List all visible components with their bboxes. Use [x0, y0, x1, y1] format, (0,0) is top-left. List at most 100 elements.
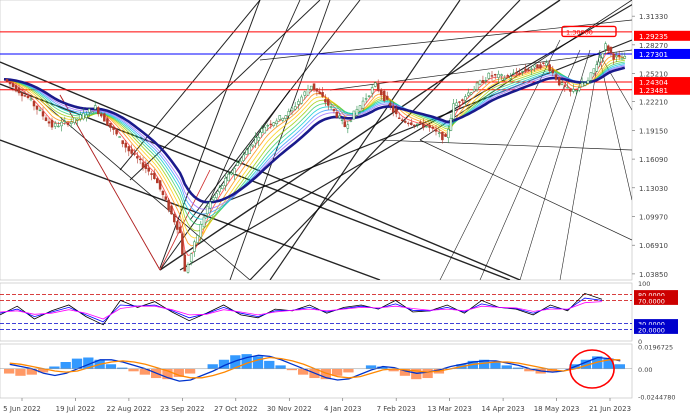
- candle-body: [617, 55, 621, 57]
- macd-histogram-bar: [105, 364, 117, 370]
- candle-body: [623, 55, 627, 59]
- time-tick-label: 13 Mar 2023: [427, 405, 471, 413]
- candle-body: [287, 111, 291, 116]
- candle-body: [335, 112, 339, 118]
- candle-body: [233, 168, 236, 175]
- candle-body: [521, 70, 524, 73]
- candle-body: [503, 78, 507, 80]
- candle-body: [66, 122, 70, 126]
- candle-body: [79, 114, 82, 120]
- candle-body: [403, 120, 407, 123]
- candle-body: [469, 92, 473, 95]
- candle-body: [300, 96, 303, 104]
- candle-body: [452, 103, 455, 120]
- candle-body: [382, 90, 386, 101]
- macd-tick-label: 0.00: [638, 366, 652, 374]
- candle-body: [248, 146, 251, 155]
- macd-tick-label: -0.0244780: [638, 393, 676, 401]
- candle-body: [536, 64, 539, 69]
- candle-body: [88, 108, 91, 113]
- candle-body: [370, 87, 374, 94]
- candle-body: [124, 142, 127, 148]
- candle-body: [391, 106, 395, 113]
- candle-body: [554, 74, 558, 80]
- candle-body: [90, 111, 94, 114]
- candle-body: [263, 126, 267, 134]
- time-tick-label: 18 May 2023: [534, 405, 580, 413]
- candle-body: [60, 122, 63, 127]
- time-tick-label: 23 Sep 2022: [160, 405, 204, 413]
- candle-body: [242, 154, 245, 161]
- oscillator-tick-label: 100: [638, 280, 650, 288]
- candle-body: [569, 88, 572, 92]
- candle-body: [458, 101, 461, 103]
- candle-body: [130, 149, 133, 154]
- oscillator-tick-label: 70.0000: [638, 297, 665, 305]
- candle-body: [38, 109, 42, 111]
- macd-histogram-bar: [501, 365, 512, 370]
- candle-body: [455, 102, 458, 106]
- candle-body: [397, 117, 401, 119]
- candle-body: [620, 57, 624, 60]
- candle-body: [260, 128, 264, 133]
- candle-body: [539, 64, 542, 69]
- candle-body: [309, 85, 313, 90]
- candle-body: [211, 197, 215, 201]
- candle-body: [106, 118, 109, 126]
- macd-histogram-bar: [252, 356, 264, 370]
- candle-body: [332, 108, 336, 112]
- candle-body: [133, 153, 136, 155]
- candle-body: [44, 117, 48, 121]
- candle-body: [598, 57, 601, 63]
- candle-body: [193, 241, 196, 252]
- candle-body: [542, 62, 545, 64]
- candle-body: [422, 123, 425, 128]
- candle-body: [97, 107, 100, 115]
- price-tick-label: 1.29235: [639, 33, 668, 41]
- candle-body: [57, 125, 60, 128]
- candle-body: [208, 201, 212, 209]
- candle-body: [161, 190, 165, 195]
- candle-body: [557, 77, 561, 86]
- candle-body: [416, 123, 419, 125]
- candle-body: [147, 167, 150, 172]
- candle-body: [281, 118, 285, 121]
- candle-body: [173, 214, 176, 223]
- candle-body: [93, 105, 97, 110]
- candle-body: [324, 99, 327, 103]
- candle-body: [484, 79, 488, 82]
- candle-body: [394, 108, 398, 115]
- macd-histogram-bar: [60, 362, 71, 370]
- candle-body: [373, 82, 377, 87]
- candle-body: [112, 127, 115, 130]
- candle-body: [186, 264, 190, 273]
- candle-body: [352, 110, 356, 120]
- candle-body: [153, 172, 156, 180]
- annotation-box-label: 1.30000: [566, 28, 593, 36]
- candle-body: [413, 124, 416, 126]
- time-tick-label: 22 Aug 2022: [106, 405, 151, 413]
- candle-body: [530, 68, 533, 70]
- candle-body: [604, 43, 607, 50]
- price-tick-label: 1.13030: [639, 185, 668, 193]
- macd-histogram-bar: [4, 368, 15, 374]
- candle-body: [518, 72, 521, 75]
- price-tick-label: 1.27301: [639, 51, 668, 59]
- price-tick-label: 1.09970: [639, 214, 668, 222]
- price-tick-label: 1.19150: [639, 127, 668, 135]
- candle-body: [583, 82, 587, 86]
- candle-body: [150, 173, 153, 175]
- candle-body: [497, 73, 500, 78]
- candle-body: [490, 75, 494, 77]
- chart-root: 1.30000 10080.000070.000030.000020.00000…: [0, 0, 695, 415]
- candle-body: [170, 205, 173, 215]
- candle-body: [221, 185, 224, 189]
- candle-body: [343, 121, 347, 128]
- candle-body: [245, 149, 248, 155]
- candle-body: [509, 76, 512, 79]
- candle-body: [47, 121, 51, 124]
- candle-body: [447, 129, 450, 138]
- candle-body: [103, 113, 106, 122]
- candle-body: [155, 178, 159, 184]
- candle-body: [284, 115, 288, 119]
